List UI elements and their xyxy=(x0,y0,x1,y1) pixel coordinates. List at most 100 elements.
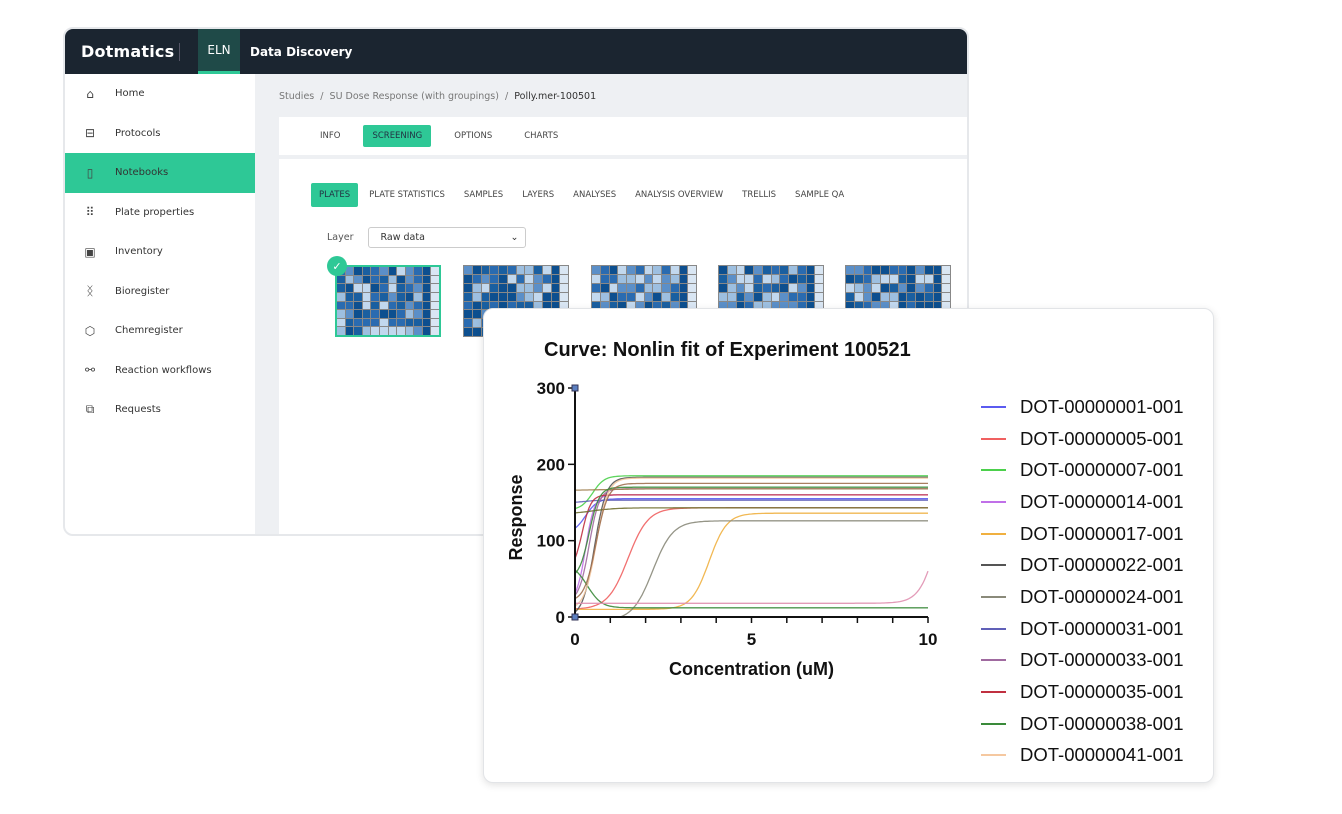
plate-well xyxy=(907,266,915,274)
plate-well xyxy=(889,274,898,283)
plate-well xyxy=(736,283,745,292)
plate-well xyxy=(354,318,362,327)
plate-well xyxy=(688,274,696,283)
plate-well xyxy=(464,310,472,319)
plate-well xyxy=(806,274,815,283)
subtab-sample-qa[interactable]: SAMPLE QA xyxy=(787,183,852,207)
plate-well xyxy=(889,292,898,301)
breadcrumb-study[interactable]: SU Dose Response (with groupings) xyxy=(330,91,499,102)
sidebar-item-chemregister[interactable]: ⬡ Chemregister xyxy=(65,311,255,351)
sidebar-item-notebooks[interactable]: ▯ Notebooks xyxy=(65,153,255,193)
plate-thumbnail[interactable] xyxy=(335,265,441,337)
plate-well xyxy=(679,266,688,274)
plate-well xyxy=(846,266,854,274)
sidebar-item-label: Notebooks xyxy=(115,167,169,179)
series-line-DOT-00000038-001 xyxy=(574,569,928,609)
series-line-DOT-00000007-001 xyxy=(574,475,928,510)
plate-well xyxy=(481,266,490,274)
plate-well xyxy=(379,267,388,275)
plate-well xyxy=(881,292,889,301)
sidebar-item-requests[interactable]: ⧉ Requests xyxy=(65,390,255,430)
plate-well xyxy=(736,266,745,274)
plate-well xyxy=(644,266,653,274)
plate-well xyxy=(560,283,568,292)
plate-well xyxy=(635,283,644,292)
plate-well xyxy=(644,292,653,301)
plate-well xyxy=(397,292,405,301)
plate-well xyxy=(405,327,414,335)
breadcrumb-studies[interactable]: Studies xyxy=(279,91,314,102)
plate-well xyxy=(688,283,696,292)
x-tick-label: 10 xyxy=(919,630,938,649)
plate-well xyxy=(933,292,942,301)
plate-well xyxy=(481,274,490,283)
plate-well xyxy=(854,266,863,274)
plate-well xyxy=(362,327,371,335)
plate-well xyxy=(754,266,762,274)
tab-info[interactable]: INFO xyxy=(311,125,349,147)
plate-well xyxy=(719,266,727,274)
plate-well xyxy=(670,292,679,301)
plate-well xyxy=(924,292,933,301)
legend-item: DOT-00000041-001 xyxy=(981,740,1184,772)
plate-well xyxy=(898,274,907,283)
plate-well xyxy=(345,318,354,327)
plate-well xyxy=(719,283,727,292)
plate-well xyxy=(472,266,481,274)
plate-well xyxy=(542,292,551,301)
plate-well xyxy=(354,275,362,284)
sidebar-item-reaction-workflows[interactable]: ⚯ Reaction workflows xyxy=(65,351,255,391)
legend-label: DOT-00000014-001 xyxy=(1020,490,1184,512)
eln-tab[interactable]: ELN xyxy=(198,29,240,74)
plate-well xyxy=(815,292,823,301)
plate-well xyxy=(464,328,472,336)
plate-well xyxy=(916,274,924,283)
plate-well xyxy=(560,292,568,301)
sidebar-item-protocols[interactable]: ⊟ Protocols xyxy=(65,114,255,154)
plate-well xyxy=(872,266,880,274)
legend-swatch xyxy=(981,437,1006,440)
subtab-plates[interactable]: PLATES xyxy=(311,183,359,207)
plate-well xyxy=(464,292,472,301)
plate-well xyxy=(618,283,626,292)
plate-well xyxy=(472,301,481,310)
notebook-icon: ▯ xyxy=(86,165,94,180)
plate-well xyxy=(771,266,780,274)
subtab-samples[interactable]: SAMPLES xyxy=(456,183,511,207)
plate-well xyxy=(345,292,354,301)
plate-well xyxy=(609,283,618,292)
subtab-analysis-overview[interactable]: ANALYSIS OVERVIEW xyxy=(627,183,731,207)
sidebar-item-bioregister[interactable]: ᛝ Bioregister xyxy=(65,272,255,312)
sidebar-item-inventory[interactable]: ▣ Inventory xyxy=(65,232,255,272)
tab-screening[interactable]: SCREENING xyxy=(363,125,432,147)
subtab-trellis[interactable]: TRELLIS xyxy=(734,183,784,207)
plate-well xyxy=(560,266,568,274)
sidebar-item-home[interactable]: ⌂ Home xyxy=(65,74,255,114)
plate-well xyxy=(534,292,542,301)
plate-well xyxy=(431,275,439,284)
subtab-analyses[interactable]: ANALYSES xyxy=(565,183,624,207)
plate-well xyxy=(635,292,644,301)
data-discovery-link[interactable]: Data Discovery xyxy=(250,45,352,59)
plate-well xyxy=(762,274,771,283)
layer-select[interactable]: Raw data ⌄ xyxy=(367,227,526,248)
subtab-layers[interactable]: LAYERS xyxy=(514,183,562,207)
plate-well xyxy=(745,292,753,301)
plate-well xyxy=(525,283,533,292)
tab-options[interactable]: OPTIONS xyxy=(445,125,501,147)
subtab-plate-statistics[interactable]: PLATE STATISTICS xyxy=(361,183,453,207)
chevron-down-icon: ⌄ xyxy=(510,232,519,243)
plate-well xyxy=(780,274,788,283)
series-line-curve-14 xyxy=(574,507,928,514)
plate-well xyxy=(815,266,823,274)
tab-charts[interactable]: CHARTS xyxy=(515,125,567,147)
plate-well xyxy=(405,292,414,301)
plate-well xyxy=(933,266,942,274)
plate-well xyxy=(592,283,600,292)
plate-well xyxy=(388,318,397,327)
plate-well xyxy=(688,292,696,301)
plate-well xyxy=(797,283,806,292)
plate-well xyxy=(481,283,490,292)
sidebar-item-plate-properties[interactable]: ⠿ Plate properties xyxy=(65,193,255,233)
plate-well xyxy=(872,274,880,283)
